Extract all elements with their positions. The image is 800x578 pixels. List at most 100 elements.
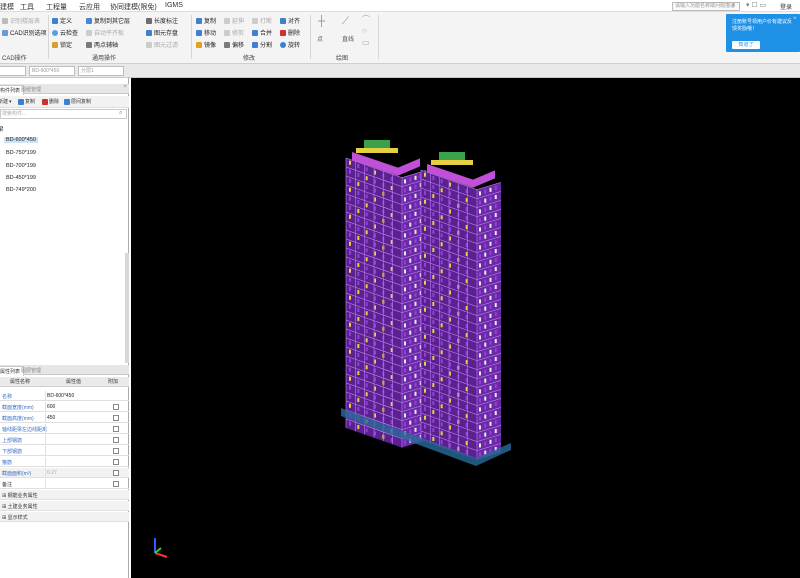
save-element-button[interactable]: 图元存盘	[146, 28, 178, 37]
trim-button[interactable]: 修剪	[224, 28, 244, 37]
col-property-value: 属性值	[66, 379, 82, 385]
move-button[interactable]: 移动	[196, 28, 216, 37]
auto-flush-button[interactable]: 自动平齐板	[86, 28, 124, 37]
3d-viewport[interactable]	[131, 78, 800, 578]
delete-button[interactable]: 删除	[280, 28, 300, 37]
tree-item[interactable]: BD-750*199	[4, 150, 38, 156]
interlayer-copy-button[interactable]: 层间复制	[64, 98, 91, 105]
tree-item[interactable]: BD-600*450	[4, 137, 38, 143]
property-row[interactable]: 截面面积(m²) 0.27	[0, 468, 129, 478]
align-button[interactable]: 对齐	[280, 16, 300, 25]
arc-icon[interactable]: ⌒	[362, 14, 370, 25]
property-tabs: 属性列表 图层管理	[0, 365, 129, 376]
crosshair-icon: ┼	[318, 16, 326, 27]
merge-icon	[252, 29, 258, 36]
tree-root[interactable]: 梁	[0, 125, 4, 133]
search-icon[interactable]: ⌕	[119, 110, 122, 117]
tree-item[interactable]: BD-700*199	[4, 163, 38, 169]
rotate-button[interactable]: 旋转	[280, 40, 300, 49]
property-row[interactable]: 上部钢筋	[0, 435, 129, 445]
property-row[interactable]: 箍筋	[0, 457, 129, 467]
copy-icon	[196, 17, 202, 24]
selector-toolbar: BD-600*450 分层1	[0, 64, 800, 78]
two-point-axis-button[interactable]: 两点辅轴	[86, 40, 118, 49]
cad-options-button[interactable]: CAD识别选项	[2, 28, 47, 37]
extend-button[interactable]: 延伸	[224, 16, 244, 25]
attach-checkbox[interactable]	[113, 437, 119, 443]
user-login[interactable]: 登录	[780, 2, 792, 11]
define-button[interactable]: 定义	[52, 16, 72, 25]
attach-checkbox[interactable]	[113, 459, 119, 465]
property-group[interactable]: ⊞ 土建业务属性	[0, 501, 129, 511]
tree-item[interactable]: BD-749*200	[4, 187, 38, 193]
circle-icon[interactable]: ○	[362, 26, 367, 35]
notification-popup: 注册账号领用户价有建议反馈奖励哦！ 知道了 ×	[726, 14, 800, 52]
property-row[interactable]: 截面宽度(mm) 600	[0, 402, 129, 412]
property-group[interactable]: ⊞ 显示样式	[0, 512, 129, 522]
copy-button[interactable]: 复制	[196, 16, 216, 25]
filter-button[interactable]: 图元过滤	[146, 40, 178, 49]
menu-quantity[interactable]: 工程量	[46, 2, 67, 12]
new-button[interactable]: 新建 ▾	[0, 98, 12, 106]
ribbon-divider	[48, 15, 49, 59]
ribbon-divider	[310, 15, 311, 59]
property-row[interactable]: 轴线距梁左边线距离	[0, 424, 129, 434]
length-dim-button[interactable]: 长度标注	[146, 16, 178, 25]
ribbon-divider	[378, 15, 379, 59]
menu-collab[interactable]: 协同建模(限免)	[110, 2, 157, 12]
offset-button[interactable]: 偏移	[224, 40, 244, 49]
menu-cloud[interactable]: 云应用	[79, 2, 100, 12]
search-input[interactable]: 请输入功能名称或问题描述	[672, 2, 740, 11]
cad-icon	[2, 29, 8, 36]
attach-checkbox[interactable]	[113, 415, 119, 421]
window-controls-icon[interactable]: ▾ ☐ ▭	[746, 1, 776, 11]
property-row[interactable]: 名称 BD-600*450	[0, 391, 129, 401]
identify-floor-table-button[interactable]: 识别楼层表	[2, 16, 40, 25]
copy-to-floors-button[interactable]: 复制到其它层	[86, 16, 130, 25]
attach-checkbox[interactable]	[113, 426, 119, 432]
tree-item[interactable]: BD-450*199	[4, 175, 38, 181]
lock-icon	[52, 41, 58, 48]
attach-checkbox[interactable]	[113, 481, 119, 487]
menu-tools[interactable]: 工具	[20, 2, 34, 12]
component-search-input[interactable]: 搜索构件...	[0, 109, 127, 119]
close-icon[interactable]: ×	[793, 16, 797, 22]
cloud-check-button[interactable]: 云检查	[52, 28, 78, 37]
rect-icon[interactable]: ▭	[362, 38, 370, 47]
panel-scrollbar[interactable]	[125, 253, 129, 363]
merge-button[interactable]: 合并	[252, 28, 272, 37]
property-row[interactable]: 备注	[0, 479, 129, 489]
floor-dropdown[interactable]	[0, 66, 26, 76]
menu-modeling[interactable]: 建模	[0, 2, 14, 12]
property-group[interactable]: ⊞ 钢筋业务属性	[0, 490, 129, 500]
copy-icon	[86, 17, 92, 24]
copy-component-button[interactable]: 复制	[18, 98, 35, 105]
menu-igms[interactable]: IGMS	[165, 2, 183, 9]
attach-checkbox[interactable]	[113, 448, 119, 454]
close-icon[interactable]: ×	[123, 84, 127, 90]
attach-checkbox[interactable]	[113, 404, 119, 410]
line-draw-button[interactable]: ⟋	[342, 16, 349, 27]
delete-icon	[42, 98, 48, 105]
tab-drawing-manage[interactable]: 图纸管理	[18, 85, 44, 94]
component-dropdown[interactable]: BD-600*450	[29, 66, 75, 76]
property-row[interactable]: 截面高度(mm) 450	[0, 413, 129, 423]
attach-checkbox[interactable]	[113, 470, 119, 476]
lock-button[interactable]: 锁定	[52, 40, 72, 49]
split-button[interactable]: 分割	[252, 40, 272, 49]
property-row[interactable]: 下部钢筋	[0, 446, 129, 456]
point-draw-button[interactable]: ┼	[318, 16, 325, 27]
filter-icon	[146, 41, 152, 48]
ribbon-divider	[191, 15, 192, 59]
mirror-button[interactable]: 镜像	[196, 40, 216, 49]
property-header: 属性名称 属性值 附加	[0, 377, 129, 387]
layer-dropdown[interactable]: 分层1	[78, 66, 124, 76]
search-icon[interactable]: ⌕	[732, 3, 740, 10]
break-button[interactable]: 打断	[252, 16, 272, 25]
tab-layer-manage[interactable]: 图层管理	[18, 366, 44, 375]
trim-icon	[224, 29, 230, 36]
delete-component-button[interactable]: 删除	[42, 98, 59, 105]
axis-icon	[86, 41, 92, 48]
notification-ok-button[interactable]: 知道了	[732, 41, 760, 49]
align-icon	[280, 17, 286, 24]
